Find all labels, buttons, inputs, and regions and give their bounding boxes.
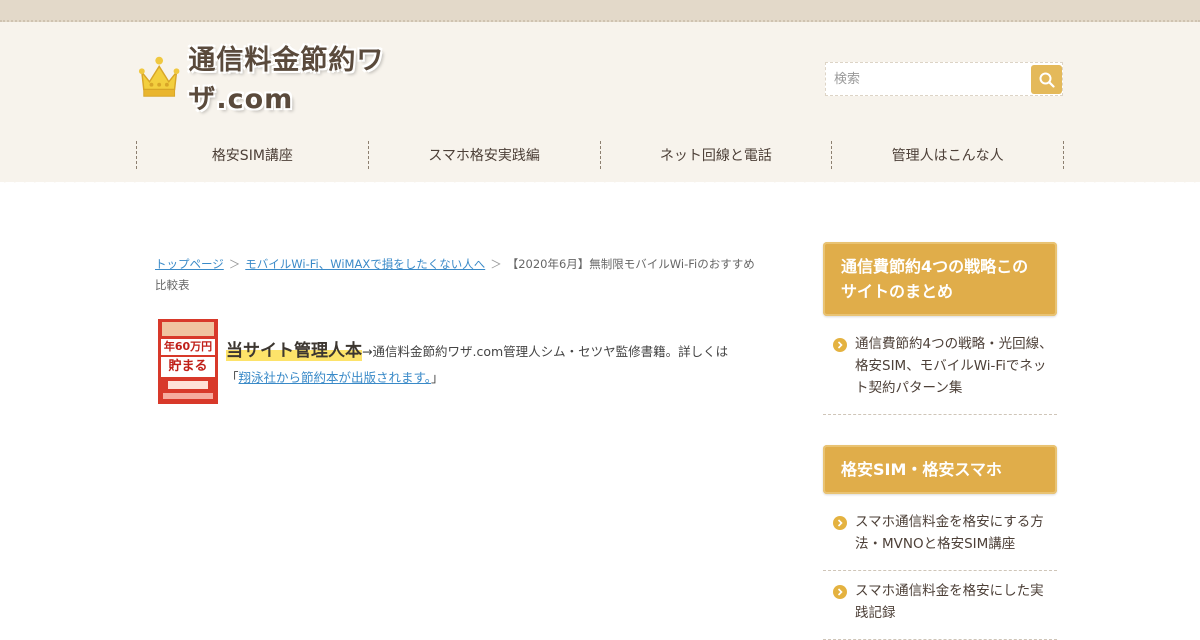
site-logo-text: 通信料金節約ワザ.com <box>188 45 385 115</box>
sidebar-item-label: スマホ通信料金を格安にする方法・MVNOと格安SIM講座 <box>855 514 1044 552</box>
top-border-strip <box>0 0 1200 22</box>
sidebar-item-label: 通信費節約4つの戦略・光回線、格安SIM、モバイルWi-Fiでネット契約パターン… <box>855 336 1053 396</box>
header-zigzag-edge <box>0 178 1200 188</box>
sidebar-list-strategy: 通信費節約4つの戦略・光回線、格安SIM、モバイルWi-Fiでネット契約パターン… <box>823 324 1057 415</box>
search-icon <box>1039 72 1055 88</box>
book-cover-image[interactable]: 年60万円 貯まる <box>158 319 218 404</box>
search-box <box>825 62 1063 96</box>
crown-icon <box>138 56 180 97</box>
book-cover-illustration <box>168 381 208 389</box>
chevron-right-icon <box>833 516 847 530</box>
chevron-right-icon <box>833 338 847 352</box>
book-cover-footer <box>163 393 213 399</box>
promo-open-quote: 「 <box>226 370 239 385</box>
search-input[interactable] <box>826 63 1026 95</box>
main-nav: 格安SIM講座 スマホ格安実践編 ネット回線と電話 管理人はこんな人 <box>136 141 1064 169</box>
book-cover-band <box>162 322 214 336</box>
promo-book-link[interactable]: 翔泳社から節約本が出版されます。 <box>239 370 432 385</box>
breadcrumb-separator: ＞ <box>490 257 502 271</box>
sidebar-item-label: スマホ通信料金を格安にした実践記録 <box>855 583 1044 621</box>
breadcrumb-category-link[interactable]: モバイルWi-Fi、WiMAXで損をしたくない人へ <box>245 257 485 271</box>
sidebar-heading-sim: 格安SIM・格安スマホ <box>823 445 1057 494</box>
sidebar-heading-strategy: 通信費節約4つの戦略このサイトのまとめ <box>823 242 1057 316</box>
search-button[interactable] <box>1031 65 1062 94</box>
sidebar-item[interactable]: スマホ通信料金を格安にする方法・MVNOと格安SIM講座 <box>823 502 1057 571</box>
book-cover-tag: 年60万円 <box>161 339 215 355</box>
book-cover-title: 貯まる <box>161 357 215 377</box>
sidebar-list-sim: スマホ通信料金を格安にする方法・MVNOと格安SIM講座 スマホ通信料金を格安に… <box>823 502 1057 640</box>
nav-item-smartphone-practice[interactable]: スマホ格安実践編 <box>367 141 600 169</box>
chevron-right-icon <box>833 585 847 599</box>
book-promo: 当サイト管理人本→通信料金節約ワザ.com管理人シム・セツヤ監修書籍。詳しくは「… <box>226 338 776 391</box>
breadcrumb: トップページ＞モバイルWi-Fi、WiMAXで損をしたくない人へ＞【2020年6… <box>155 254 760 296</box>
breadcrumb-home-link[interactable]: トップページ <box>155 257 224 271</box>
promo-close-quote: 」 <box>431 370 444 385</box>
nav-item-sim-course[interactable]: 格安SIM講座 <box>136 141 368 169</box>
nav-item-about-admin[interactable]: 管理人はこんな人 <box>831 141 1064 169</box>
breadcrumb-separator: ＞ <box>228 257 241 271</box>
promo-text: →通信料金節約ワザ.com管理人シム・セツヤ監修書籍。詳しくは <box>362 344 729 359</box>
promo-highlight: 当サイト管理人本 <box>226 341 362 361</box>
sidebar: 通信費節約4つの戦略このサイトのまとめ 通信費節約4つの戦略・光回線、格安SIM… <box>823 242 1057 640</box>
sidebar-item[interactable]: 通信費節約4つの戦略・光回線、格安SIM、モバイルWi-Fiでネット契約パターン… <box>823 324 1057 415</box>
site-logo[interactable]: 通信料金節約ワザ.com <box>138 45 478 115</box>
nav-item-internet-phone[interactable]: ネット回線と電話 <box>599 141 832 169</box>
